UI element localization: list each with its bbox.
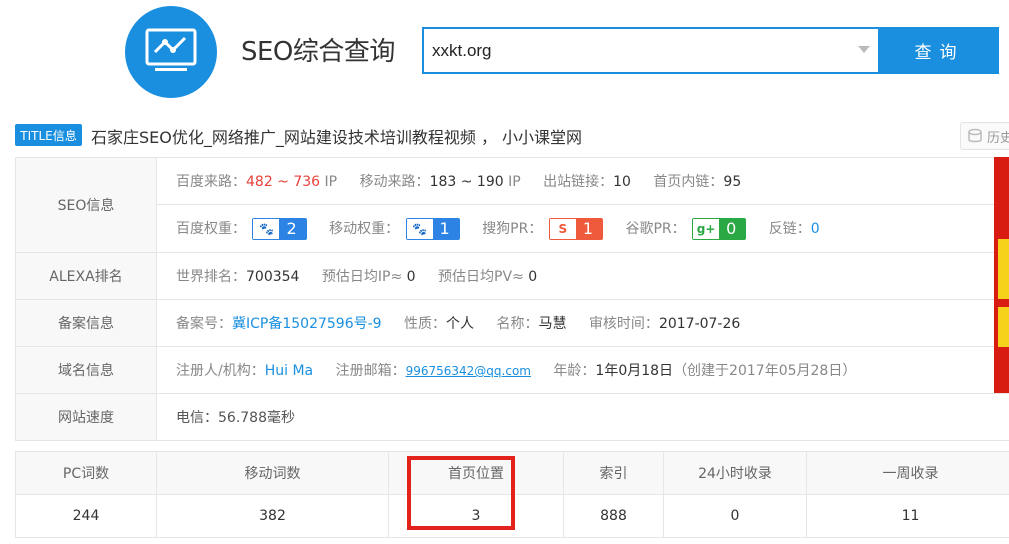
baidu-paw-icon: 🐾 [253,218,280,239]
icp-nature: 性质：个人 [404,316,475,332]
domain-label: 域名信息 [15,346,157,394]
sogou-pr[interactable]: 搜狗PR： S1 [482,217,603,240]
world-rank: 世界排名：700354 [176,269,300,285]
daily-ip: 预估日均IP≈ 0 [321,269,416,285]
alexa-row: ALEXA排名 世界排名：700354 预估日均IP≈ 0 预估日均PV≈ 0 [15,252,1009,300]
icp-name: 名称：马慧 [496,316,567,332]
homepage-links: 首页内链：95 [653,174,742,190]
sogou-icon: S [549,218,576,239]
google-plus-icon: g+ [693,218,720,239]
stats-header-24h-indexed: 24小时收录 [663,451,807,495]
speed-row: 网站速度 电信：56.788毫秒 [15,393,1009,441]
weight-row: 百度权重： 🐾 2 移动权重： 🐾 1 搜狗PR： S1 谷歌PR： g+ 0 反链：… [16,204,1009,253]
query-button[interactable]: 查询 [880,27,999,74]
chevron-down-icon[interactable] [858,46,870,53]
title-info-tag: TITLE信息 [15,124,82,146]
page-title-text: 石家庄SEO优化_网络推广_网站建设技术培训教程视频 ， 小小课堂网 [91,128,583,147]
side-ad-banner[interactable] [994,157,1009,393]
stats-value-24h-indexed[interactable]: 0 [663,494,807,538]
speed-label: 网站速度 [15,393,157,441]
domain-search-input[interactable] [432,37,852,65]
stats-header-week-indexed: 一周收录 [806,451,1009,495]
daily-pv: 预估日均PV≈ 0 [438,269,538,285]
backlinks[interactable]: 反链：0 [769,218,820,238]
site-title: SEO综合查询 [241,37,395,67]
icp-row: 备案信息 备案号：冀ICP备15027596号-9 性质：个人 名称：马慧 审核… [15,299,1009,347]
history-button[interactable]: 历史 [960,122,1009,150]
baidu-traffic: 百度来路：482 ~ 736 IP [176,174,338,190]
search-box [422,27,880,74]
icp-number[interactable]: 备案号：冀ICP备15027596号-9 [176,313,382,333]
stats-header-index: 索引 [563,451,664,495]
google-pr[interactable]: 谷歌PR： g+ 0 [625,217,747,240]
stats-header-mobile-words: 移动词数 [156,451,389,495]
baidu-traffic-value: 482 ~ 736 [246,174,321,190]
mobile-weight[interactable]: 移动权重： 🐾 1 [329,217,460,240]
stats-header-pc-words: PC词数 [15,451,157,495]
stats-value-mobile-words[interactable]: 382 [156,494,389,538]
seo-traffic-cell: 百度来路：482 ~ 736 IP 移动来路：183 ~ 190 IP 出站链接… [156,157,1009,205]
domain-cell: 注册人/机构：Hui Ma 注册邮箱：996756342@qq.com 年龄：1… [156,346,1009,394]
outlinks: 出站链接：10 [543,174,631,190]
icp-audit-time: 审核时间：2017-07-26 [588,316,741,332]
stats-value-week-indexed[interactable]: 11 [806,494,1009,538]
alexa-label: ALEXA排名 [15,252,157,300]
history-label: 历史 [987,130,1009,146]
seo-info-label: SEO信息 [15,157,157,253]
domain-row: 域名信息 注册人/机构：Hui Ma 注册邮箱：996756342@qq.com… [15,346,1009,394]
speed-value: 电信：56.788毫秒 [156,393,1009,441]
icp-label: 备案信息 [15,299,157,347]
mobile-traffic: 移动来路：183 ~ 190 IP [359,174,521,190]
seo-weight-cell: 百度权重： 🐾 2 移动权重： 🐾 1 搜狗PR： S1 谷歌PR： g+ 0 反链：… [156,204,1009,253]
alexa-cell: 世界排名：700354 预估日均IP≈ 0 预估日均PV≈ 0 [156,252,1009,300]
email-link: 996756342@qq.com [405,364,531,378]
stats-value-pc-words[interactable]: 244 [15,494,157,538]
stats-value-index[interactable]: 888 [563,494,664,538]
highlight-box [407,456,515,530]
seo-info-table: SEO信息 百度来路：482 ~ 736 IP 移动来路：183 ~ 190 I… [15,157,1009,441]
domain-age: 年龄：1年0月18日（创建于2017年05月28日） [553,363,857,379]
site-logo[interactable] [125,6,217,98]
history-icon [968,128,982,143]
baidu-weight[interactable]: 百度权重： 🐾 2 [176,217,307,240]
mobile-paw-icon: 🐾 [406,218,433,239]
seo-info-row: SEO信息 百度来路：482 ~ 736 IP 移动来路：183 ~ 190 I… [15,157,1009,253]
registrant-email[interactable]: 注册邮箱：996756342@qq.com [336,360,531,380]
registrant[interactable]: 注册人/机构：Hui Ma [176,360,313,380]
icp-cell: 备案号：冀ICP备15027596号-9 性质：个人 名称：马慧 审核时间：20… [156,299,1009,347]
monitor-chart-icon [145,28,197,71]
